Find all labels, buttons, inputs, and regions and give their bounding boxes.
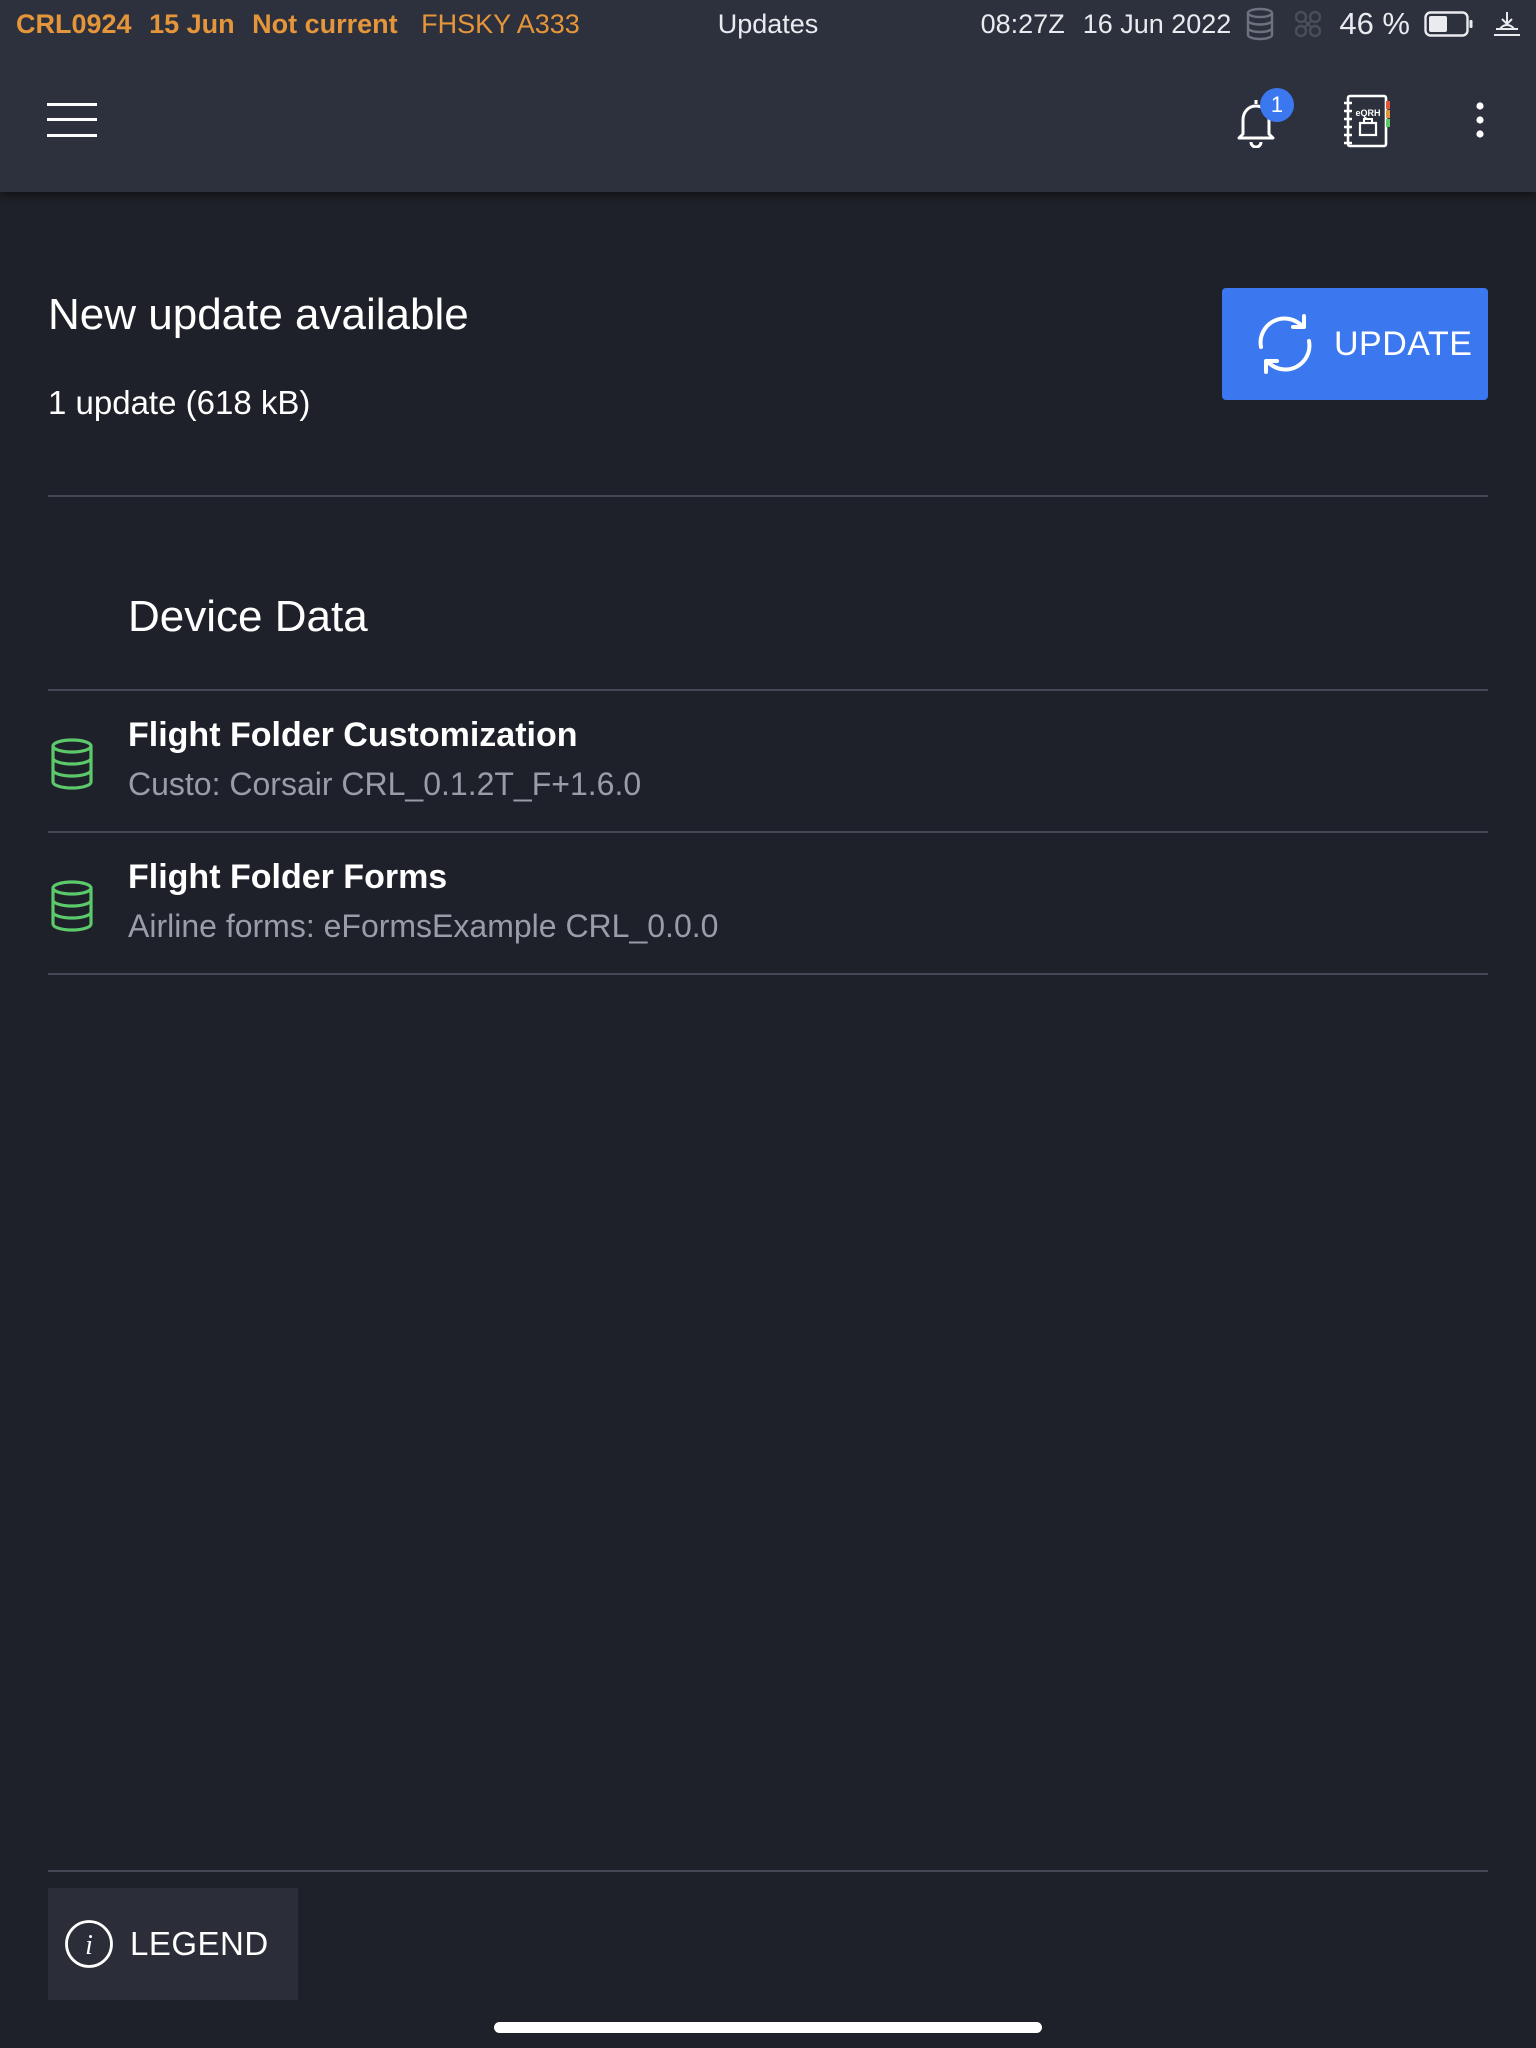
refresh-icon [1252,311,1318,377]
aircraft-registration: FHSKY A333 [421,9,580,39]
update-summary: 1 update (618 kB) [48,384,311,421]
battery-percentage: 46 % [1339,6,1410,41]
eqrh-button[interactable]: eQRH [1336,86,1400,156]
more-vertical-icon [1476,102,1484,138]
legend-label: LEGEND [130,1925,269,1962]
battery-icon [1424,11,1474,37]
update-title: New update available [48,290,469,339]
app-header: CRL0924 15 Jun Not current FHSKY A333 Up… [0,0,1536,192]
item-name: Flight Folder Customization [128,716,578,754]
item-name: Flight Folder Forms [128,858,448,896]
item-description: Airline forms: eFormsExample CRL_0.0.0 [128,908,719,944]
home-indicator[interactable] [494,2022,1042,2033]
status-right: 08:27Z 16 Jun 2022 46 % [981,0,1522,48]
airplane-mode-icon [1492,9,1522,39]
toolbar: 1 eQRH [0,48,1536,192]
update-button[interactable]: UPDATE [1222,288,1488,400]
database-icon [51,738,93,790]
eqrh-book-icon: eQRH [1344,94,1390,148]
notification-badge: 1 [1260,88,1294,122]
status-bar: CRL0924 15 Jun Not current FHSKY A333 Up… [0,0,1536,48]
database-icon [51,880,93,932]
legend-button[interactable]: i LEGEND [48,1888,298,2000]
footer-divider [48,1870,1488,1872]
svg-text:i: i [85,1930,93,1961]
more-options-button[interactable] [1460,90,1500,150]
utc-time: 08:27Z [980,9,1065,39]
currency-status: Not current [252,9,398,39]
flight-number: CRL0924 [16,9,132,39]
info-icon: i [64,1919,114,1969]
item-description: Custo: Corsair CRL_0.1.2T_F+1.6.0 [128,766,642,802]
flight-info: CRL0924 15 Jun Not current FHSKY A333 [16,0,580,48]
flight-date: 15 Jun [149,9,235,39]
menu-button[interactable] [36,90,108,150]
sync-status-icon [1291,7,1325,41]
notifications-button[interactable]: 1 [1222,88,1294,156]
divider [48,973,1488,975]
eqrh-text: eQRH [1355,108,1380,118]
device-data-title: Device Data [128,592,368,641]
update-button-label: UPDATE [1334,324,1473,363]
current-date: 16 Jun 2022 [1082,9,1232,39]
database-status-icon [1245,7,1275,41]
list-item[interactable]: Flight Folder Customization Custo: Corsa… [48,690,1488,830]
hamburger-icon [47,103,97,137]
divider [48,495,1488,497]
list-item[interactable]: Flight Folder Forms Airline forms: eForm… [48,832,1488,972]
